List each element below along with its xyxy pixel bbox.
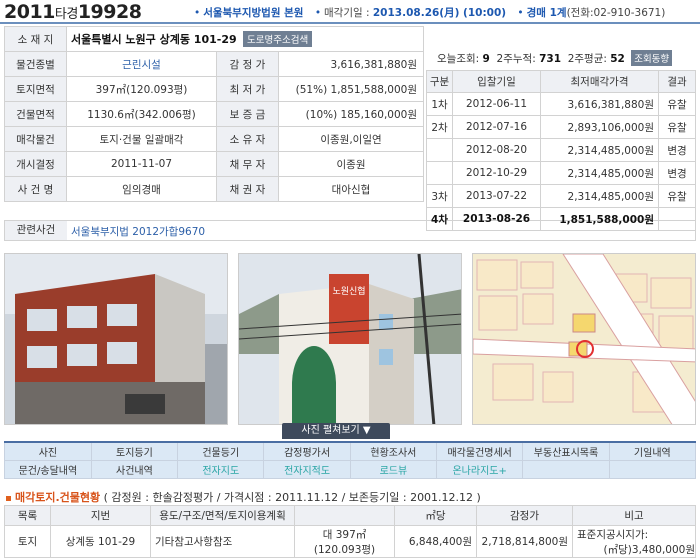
menu-survey[interactable]: 현황조사서: [349, 441, 438, 461]
view-trend-button[interactable]: 조회동향: [631, 50, 673, 66]
sale-date: 2013.08.26(月) (10:00): [372, 7, 507, 19]
document-menu: 사진 토지등기 건물등기 감정평가서 현황조사서 매각물건명세서 부동산표시목록…: [4, 441, 697, 479]
table-row: 3차 2013-07-22 2,314,485,000원 유찰: [426, 184, 696, 208]
building-area: 1130.6㎡(342.006평): [66, 101, 217, 127]
land-building-table: 목록 지번 용도/구조/면적/토지이용계획 ㎡당 감정가 비고 토지 상계동 1…: [4, 505, 696, 558]
table-row: 토지 상계동 101-29 기타참고사항참조 대 397㎡ (120.093평) …: [4, 525, 696, 558]
sale-item: 토지·건물 일괄매각: [66, 126, 217, 152]
menu-appraisal[interactable]: 감정평가서: [263, 441, 351, 461]
table-row: 2012-08-20 2,314,485,000원 변경: [426, 138, 696, 162]
owner: 이종원,이일연: [278, 126, 424, 152]
case-header: 2011타경19928 • 서울북부지방법원 본원 • 매각기일 : 2013.08…: [0, 0, 700, 24]
debtor: 이종원: [278, 151, 424, 177]
menu-sale-statement[interactable]: 매각물건명세서: [436, 441, 524, 461]
phone: (전화:02-910-3671): [566, 7, 666, 19]
property-info-table: 소 재 지 서울특별시 노원구 상계동 101-29 도로명주소검색 물건종별 …: [4, 26, 424, 202]
row-label: 물건종별: [4, 51, 67, 77]
menu-property-list[interactable]: 부동산표시목록: [522, 441, 610, 461]
table-row: 2차 2012-07-16 2,893,106,000원 유찰: [426, 115, 696, 139]
creditor: 대아신협: [278, 176, 424, 202]
menu-road-view[interactable]: 로드뷰: [349, 459, 438, 479]
appraisal-value: 3,616,381,880원: [278, 51, 424, 77]
section-title: 매각토지.건물현황 ( 감정원 : 한솔감정평가 / 가격시점 : 2011.1…: [6, 489, 481, 505]
deposit: (10%) 185,160,000원: [278, 101, 424, 127]
menu-electronic-map[interactable]: 전자지도: [177, 459, 265, 479]
land-area: 397㎡(120.093평): [66, 76, 217, 102]
menu-land-registry[interactable]: 토지등기: [90, 441, 179, 461]
menu-onnara-map[interactable]: 온나라지도+: [436, 459, 524, 479]
court-name[interactable]: 서울북부지방법원 본원: [203, 7, 303, 19]
road-address-button[interactable]: 도로명주소검색: [243, 31, 313, 47]
table-row: 1차 2012-06-11 3,616,381,880원 유찰: [426, 92, 696, 116]
location-map[interactable]: [472, 253, 696, 425]
building-sign: 노원신협: [332, 285, 365, 297]
menu-cadastral-map[interactable]: 전자지적도: [263, 459, 351, 479]
menu-delivery-history[interactable]: 문건/송달내역: [4, 459, 92, 479]
minimum-price: (51%) 1,851,588,000원: [278, 76, 424, 102]
related-case-link[interactable]: 서울북부지법 2012가합9670: [71, 224, 205, 239]
bid-history-table: 구분 입찰기일 최저매각가격 결과 1차 2012-06-11 3,616,381,…: [426, 70, 696, 231]
menu-photos[interactable]: 사진: [4, 441, 92, 461]
view-stats: 오늘조회: 9 2주누적: 731 2주평균: 52 조회동향: [437, 50, 673, 66]
address-label: 소 재 지: [4, 26, 67, 52]
property-type-link[interactable]: 근린시설: [122, 59, 161, 71]
building-photo-2[interactable]: 노원신협: [238, 253, 462, 425]
start-date: 2011-11-07: [66, 151, 217, 177]
expand-photos-button[interactable]: 사진 펼쳐보기 ▼: [282, 423, 390, 439]
section-bullet-icon: [6, 495, 11, 501]
case-number: 2011타경19928: [4, 1, 142, 23]
case-summary: • 서울북부지방법원 본원 • 매각기일 : 2013.08.26(月) (10:0…: [194, 7, 666, 19]
auction-dept: 경매 1계: [526, 7, 567, 19]
building-photo-1[interactable]: [4, 253, 228, 425]
case-name: 임의경매: [66, 176, 217, 202]
menu-building-registry[interactable]: 건물등기: [177, 441, 265, 461]
table-row: 4차 2013-08-26 1,851,588,000원: [426, 207, 696, 231]
menu-date-history[interactable]: 기일내역: [608, 441, 697, 461]
menu-case-history[interactable]: 사건내역: [90, 459, 179, 479]
address: 서울특별시 노원구 상계동 101-29: [71, 33, 237, 46]
table-row: 2012-10-29 2,314,485,000원 변경: [426, 161, 696, 185]
